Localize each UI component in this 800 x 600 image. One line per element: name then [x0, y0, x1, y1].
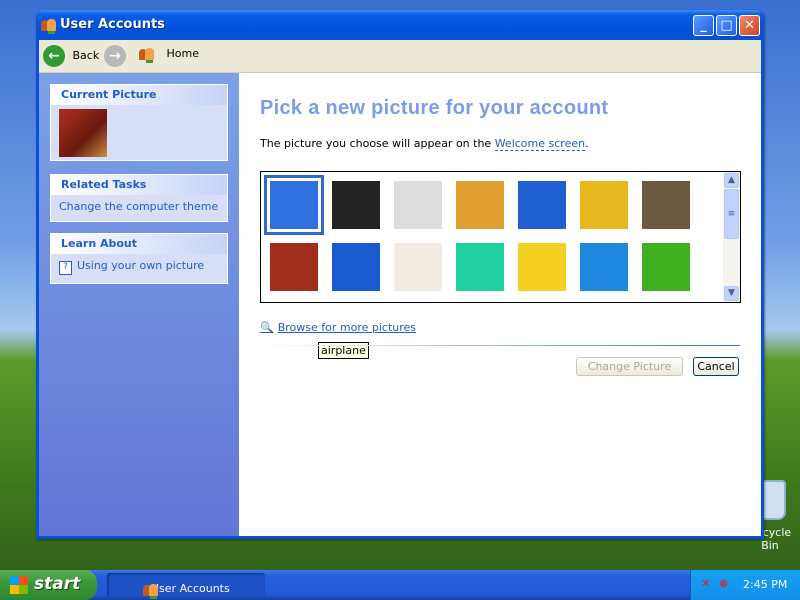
related-tasks-panel: Related Tasks Change the computer theme [50, 174, 228, 222]
scroll-thumb[interactable]: ≡ [724, 189, 739, 239]
picture-fish[interactable] [580, 243, 628, 291]
home-users-icon [139, 47, 159, 61]
messenger-offline-icon[interactable]: ⊗ [719, 577, 728, 590]
browse-pictures-link[interactable]: 🔍 Browse for more pictures [260, 321, 416, 334]
picture-airplane[interactable] [270, 181, 318, 229]
scroll-up-button[interactable]: ▲ [724, 173, 739, 188]
window-title: User Accounts [60, 17, 165, 32]
minimize-button[interactable]: _ [693, 15, 714, 36]
windows-logo-icon [10, 576, 28, 594]
user-accounts-icon [143, 583, 159, 597]
network-disconnected-icon[interactable]: ✕ [701, 577, 710, 590]
picture-beach[interactable] [456, 181, 504, 229]
description: The picture you choose will appear on th… [260, 137, 589, 151]
taskbar: start User Accounts ✕ ⊗ 2:45 PM [0, 570, 800, 600]
task-pane: Current Picture Related Tasks Change the… [39, 73, 239, 536]
main-content: Pick a new picture for your account The … [239, 73, 761, 536]
learn-about-panel: Learn About ? Using your own picture [50, 233, 228, 284]
change-picture-button[interactable]: Change Picture [576, 357, 683, 376]
picture-car[interactable] [580, 181, 628, 229]
current-picture-chess [59, 109, 107, 157]
picture-dirt-bike[interactable] [332, 243, 380, 291]
page-heading: Pick a new picture for your account [260, 97, 609, 119]
picture-list[interactable]: ▲ ≡ ▼ airplane [260, 171, 741, 359]
welcome-screen-link[interactable]: Welcome screen [494, 137, 586, 151]
close-button[interactable]: ✕ [739, 15, 760, 36]
home-button[interactable]: Home [139, 47, 199, 61]
help-icon: ? [59, 261, 72, 275]
picture-soccer-ball[interactable] [394, 181, 442, 229]
forward-button[interactable]: → [104, 45, 126, 67]
picture-duck[interactable] [518, 243, 566, 291]
picture-dog[interactable] [394, 243, 442, 291]
picture-astronaut[interactable] [332, 181, 380, 229]
current-picture-panel: Current Picture [50, 84, 228, 161]
toolbar: ← Back → Home [39, 40, 761, 73]
picture-chess[interactable] [270, 243, 318, 291]
title-bar[interactable]: User Accounts _ □ ✕ [36, 10, 764, 40]
separator [260, 345, 740, 346]
picture-frog[interactable] [642, 243, 690, 291]
magnifier-icon: 🔍 [260, 321, 274, 334]
user-accounts-window: User Accounts _ □ ✕ ← Back → Home Curren… [36, 10, 764, 539]
start-button[interactable]: start [0, 570, 97, 600]
back-arrow-icon: ← [43, 45, 65, 67]
picture-drip[interactable] [456, 243, 504, 291]
scrollbar[interactable]: ▲ ≡ ▼ [723, 172, 740, 302]
system-tray: ✕ ⊗ 2:45 PM [690, 570, 800, 600]
change-theme-link[interactable]: Change the computer theme [51, 195, 227, 218]
back-button[interactable]: ← Back [43, 45, 99, 67]
taskbar-user-accounts[interactable]: User Accounts [107, 573, 265, 597]
picture-butterfly[interactable] [518, 181, 566, 229]
scroll-down-button[interactable]: ▼ [724, 286, 739, 301]
user-accounts-icon [41, 18, 57, 32]
maximize-button[interactable]: □ [716, 15, 737, 36]
clock[interactable]: 2:45 PM [743, 578, 787, 591]
picture-cat[interactable] [642, 181, 690, 229]
using-own-picture-link[interactable]: ? Using your own picture [51, 254, 227, 280]
cancel-button[interactable]: Cancel [693, 357, 739, 376]
